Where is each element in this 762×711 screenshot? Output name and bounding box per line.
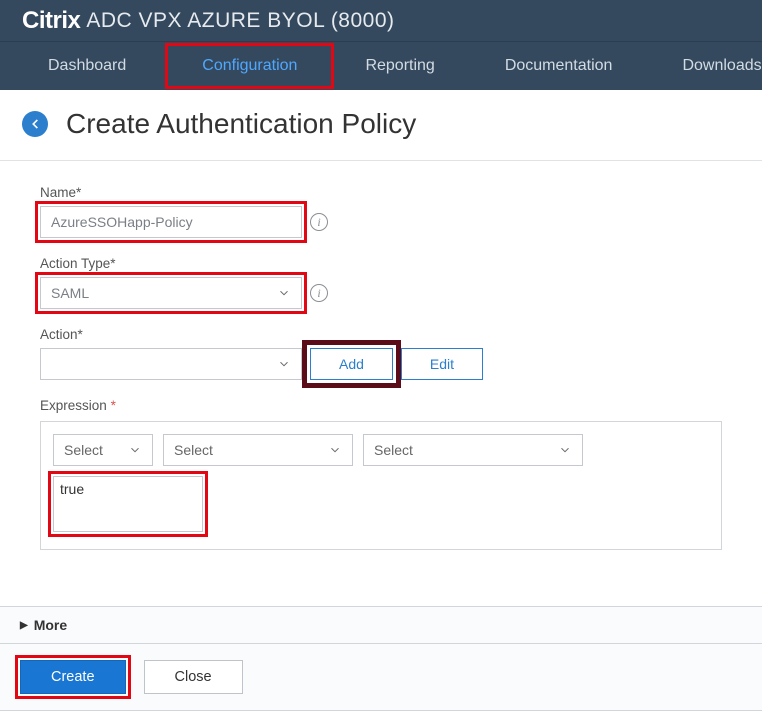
chevron-down-icon [277, 286, 291, 300]
more-label: More [34, 617, 67, 633]
title-row: Create Authentication Policy [0, 90, 762, 161]
expression-label: Expression * [40, 398, 722, 413]
caret-right-icon: ▶ [20, 620, 28, 631]
chevron-down-icon [328, 443, 342, 457]
add-button[interactable]: Add [310, 348, 393, 380]
field-expression: Expression * Select Select Select [40, 398, 722, 550]
app-header: Citrix ADC VPX AZURE BYOL (8000) [0, 0, 762, 42]
info-icon[interactable]: i [310, 213, 328, 231]
page-title: Create Authentication Policy [66, 108, 416, 140]
chevron-down-icon [558, 443, 572, 457]
nav-reporting[interactable]: Reporting [353, 45, 446, 87]
action-type-label: Action Type* [40, 256, 722, 271]
more-expander[interactable]: ▶ More [0, 606, 762, 644]
expression-select-2[interactable]: Select [163, 434, 353, 466]
expression-select-1[interactable]: Select [53, 434, 153, 466]
action-select[interactable] [40, 348, 302, 380]
brand-subtitle: ADC VPX AZURE BYOL (8000) [86, 9, 394, 33]
name-label: Name* [40, 185, 722, 200]
nav-dashboard[interactable]: Dashboard [36, 45, 138, 87]
expression-select-3[interactable]: Select [363, 434, 583, 466]
expression-input[interactable] [53, 476, 203, 532]
field-name: Name* i [40, 185, 722, 238]
create-button[interactable]: Create [20, 660, 126, 694]
nav-configuration[interactable]: Configuration [166, 44, 333, 88]
action-label: Action* [40, 327, 722, 342]
main-nav: Dashboard Configuration Reporting Docume… [0, 42, 762, 90]
brand-name: Citrix [22, 7, 80, 35]
info-icon[interactable]: i [310, 284, 328, 302]
back-icon[interactable] [22, 111, 48, 137]
edit-button[interactable]: Edit [401, 348, 483, 380]
field-action: Action* Add Edit [40, 327, 722, 380]
form-body: Name* i Action Type* SAML i Action* Add … [0, 161, 762, 578]
close-button[interactable]: Close [144, 660, 243, 694]
chevron-down-icon [277, 357, 291, 371]
name-input[interactable] [40, 206, 302, 238]
footer-actions: Create Close [0, 644, 762, 711]
chevron-down-icon [128, 443, 142, 457]
field-action-type: Action Type* SAML i [40, 256, 722, 309]
expression-block: Select Select Select [40, 421, 722, 550]
nav-documentation[interactable]: Documentation [493, 45, 625, 87]
action-type-value: SAML [51, 285, 89, 301]
nav-downloads[interactable]: Downloads [670, 45, 762, 87]
action-type-select[interactable]: SAML [40, 277, 302, 309]
